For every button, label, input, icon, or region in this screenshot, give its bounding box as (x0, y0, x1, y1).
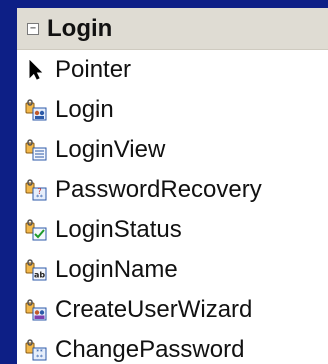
login-group-header[interactable]: − Login (17, 8, 328, 50)
toolbox-item-passwordrecovery[interactable]: ? ** PasswordRecovery (17, 170, 328, 210)
toolbox-item-login[interactable]: Login (17, 90, 328, 130)
loginview-control-icon (25, 139, 47, 161)
toolbox-item-loginview[interactable]: LoginView (17, 130, 328, 170)
toolbox-item-loginname[interactable]: ab LoginName (17, 250, 328, 290)
collapse-toggle[interactable]: − (27, 22, 39, 35)
toolbox-item-label: LoginStatus (55, 216, 182, 243)
svg-text:**: ** (36, 194, 44, 201)
toolbox-item-label: Pointer (55, 56, 132, 83)
group-title: Login (47, 14, 113, 42)
changepassword-control-icon: ** ** (25, 339, 47, 361)
toolbox-item-label: LoginView (55, 136, 166, 163)
toolbox-item-loginstatus[interactable]: LoginStatus (17, 210, 328, 250)
passwordrecovery-control-icon: ? ** (25, 179, 47, 201)
createuserwizard-control-icon (25, 299, 47, 321)
toolbox-item-label: LoginName (55, 256, 178, 283)
loginname-control-icon: ab (25, 259, 47, 281)
toolbox-item-label: ChangePassword (55, 336, 245, 363)
toolbox-item-label: CreateUserWizard (55, 296, 253, 323)
toolbox-panel: − Login Pointer Login LoginView ? ** Pas… (17, 8, 328, 364)
toolbox-item-changepassword[interactable]: ** ** ChangePassword (17, 330, 328, 364)
login-control-icon (25, 99, 47, 121)
svg-text:ab: ab (34, 271, 45, 280)
toolbox-item-label: PasswordRecovery (55, 176, 262, 203)
toolbox-item-pointer[interactable]: Pointer (17, 50, 328, 90)
toolbox-item-createuserwizard[interactable]: CreateUserWizard (17, 290, 328, 330)
toolbox-item-label: Login (55, 96, 114, 123)
pointer-icon (25, 59, 47, 81)
svg-text:**: ** (36, 354, 44, 361)
loginstatus-control-icon (25, 219, 47, 241)
